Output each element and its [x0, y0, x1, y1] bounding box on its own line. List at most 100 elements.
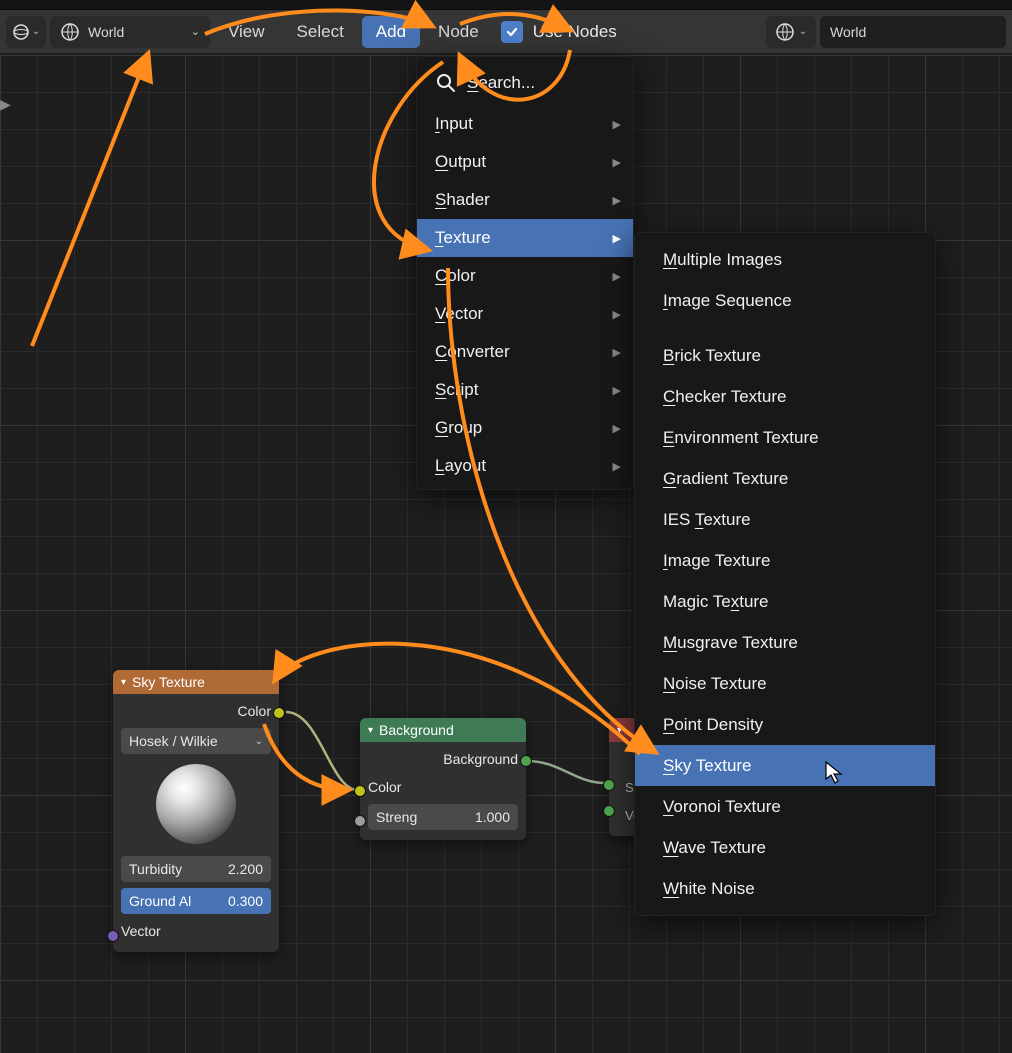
socket-background-out[interactable]: [520, 755, 532, 767]
node-title[interactable]: ▾ Sky Texture: [113, 670, 279, 694]
submenu-item-label: Musgrave Texture: [663, 633, 798, 653]
node-title[interactable]: ▾ Background: [360, 718, 526, 742]
submenu-item-label: IES Texture: [663, 510, 751, 530]
submenu-item-musgrave-texture[interactable]: Musgrave Texture: [635, 622, 935, 663]
menu-item-label: Texture: [435, 228, 491, 248]
submenu-item-magic-texture[interactable]: Magic Texture: [635, 581, 935, 622]
submenu-arrow-icon: ▶: [613, 422, 621, 435]
submenu-item-label: Voronoi Texture: [663, 797, 781, 817]
menu-item-texture[interactable]: Texture▶: [417, 219, 633, 257]
use-nodes-checkbox[interactable]: [501, 21, 523, 43]
sun-direction-sphere[interactable]: [156, 764, 236, 844]
strength-label: Streng: [376, 809, 417, 825]
chevron-down-icon: ⌄: [32, 26, 40, 37]
menu-item-shader[interactable]: Shader▶: [417, 181, 633, 219]
menu-item-layout[interactable]: Layout▶: [417, 447, 633, 485]
node-body: Background Color Streng 1.000: [360, 742, 526, 840]
submenu-item-gradient-texture[interactable]: Gradient Texture: [635, 458, 935, 499]
submenu-item-ies-texture[interactable]: IES Texture: [635, 499, 935, 540]
menu-item-label: Script: [435, 380, 478, 400]
submenu-item-image-texture[interactable]: Image Texture: [635, 540, 935, 581]
sky-model-select[interactable]: Hosek / Wilkie ⌄: [121, 728, 271, 754]
submenu-arrow-icon: ▶: [613, 308, 621, 321]
menu-search[interactable]: Search...: [417, 61, 633, 105]
menu-item-label: Converter: [435, 342, 510, 362]
menu-item-label: Vector: [435, 304, 483, 324]
menu-item-output[interactable]: Output▶: [417, 143, 633, 181]
node-title-label: Background: [379, 722, 454, 738]
output-color-label: Color: [238, 703, 271, 719]
sky-model-value: Hosek / Wilkie: [129, 733, 218, 749]
socket-vector-in[interactable]: [107, 930, 119, 942]
socket-volume-in[interactable]: [603, 805, 615, 817]
mouse-cursor-icon: [825, 761, 845, 785]
submenu-item-sky-texture[interactable]: Sky Texture: [635, 745, 935, 786]
submenu-item-label: Sky Texture: [663, 756, 752, 776]
chevron-down-icon: ⌄: [191, 25, 200, 38]
menu-item-label: Group: [435, 418, 482, 438]
submenu-item-environment-texture[interactable]: Environment Texture: [635, 417, 935, 458]
menu-item-script[interactable]: Script ▶: [417, 371, 633, 409]
world-data-selector[interactable]: World ⌄: [50, 16, 210, 48]
socket-color-out[interactable]: [273, 707, 285, 719]
menu-view[interactable]: View: [214, 16, 279, 48]
window-top-strip: [0, 0, 1012, 10]
collapse-icon[interactable]: ▾: [121, 677, 126, 688]
world-name-value: World: [830, 24, 866, 40]
world-name-field[interactable]: World: [820, 16, 1006, 48]
submenu-item-label: Wave Texture: [663, 838, 766, 858]
submenu-item-label: Image Texture: [663, 551, 770, 571]
menu-item-label: Output: [435, 152, 486, 172]
submenu-arrow-icon: ▶: [613, 346, 621, 359]
submenu-item-point-density[interactable]: Point Density: [635, 704, 935, 745]
menu-item-label: Color: [435, 266, 476, 286]
menu-item-vector[interactable]: Vector ▶: [417, 295, 633, 333]
sphere-icon: [12, 23, 30, 41]
ground-albedo-field[interactable]: Ground Al 0.300: [121, 888, 271, 914]
menu-item-label: Shader: [435, 190, 490, 210]
submenu-item-brick-texture[interactable]: Brick Texture: [635, 335, 935, 376]
check-icon: [505, 25, 519, 39]
menu-item-group[interactable]: Group ▶: [417, 409, 633, 447]
collapse-icon[interactable]: ▾: [368, 725, 373, 736]
submenu-item-wave-texture[interactable]: Wave Texture: [635, 827, 935, 868]
socket-strength-in[interactable]: [354, 815, 366, 827]
submenu-item-checker-texture[interactable]: Checker Texture: [635, 376, 935, 417]
use-nodes-label: Use Nodes: [533, 22, 617, 42]
globe-icon: [60, 22, 80, 42]
menu-item-converter[interactable]: Converter ▶: [417, 333, 633, 371]
submenu-item-image-sequence[interactable]: Image Sequence: [635, 280, 935, 321]
submenu-item-voronoi-texture[interactable]: Voronoi Texture: [635, 786, 935, 827]
menu-select[interactable]: Select: [283, 16, 358, 48]
strength-field[interactable]: Streng 1.000: [368, 804, 518, 830]
node-background[interactable]: ▾ Background Background Color Streng 1.0…: [360, 718, 526, 840]
collapse-icon[interactable]: ▾: [617, 725, 622, 736]
submenu-arrow-icon: ▶: [613, 384, 621, 397]
submenu-item-label: Multiple Images: [663, 250, 782, 270]
submenu-item-label: White Noise: [663, 879, 755, 899]
menu-item-color[interactable]: Color ▶: [417, 257, 633, 295]
turbidity-field[interactable]: Turbidity 2.200: [121, 856, 271, 882]
editor-type-button[interactable]: ⌄: [6, 16, 46, 48]
panel-expand-icon[interactable]: ▶: [0, 96, 11, 113]
socket-surface-in[interactable]: [603, 779, 615, 791]
socket-color-in[interactable]: [354, 785, 366, 797]
menu-item-label: Layout: [435, 456, 486, 476]
add-menu: Search... Input▶Output▶Shader▶Texture▶Co…: [416, 56, 634, 490]
menu-item-input[interactable]: Input▶: [417, 105, 633, 143]
submenu-item-label: Environment Texture: [663, 428, 819, 448]
submenu-item-white-noise[interactable]: White Noise: [635, 868, 935, 909]
submenu-item-multiple-images[interactable]: Multiple Images: [635, 239, 935, 280]
submenu-item-noise-texture[interactable]: Noise Texture: [635, 663, 935, 704]
menu-add[interactable]: Add: [362, 16, 420, 48]
world-picker-button[interactable]: ⌄: [766, 16, 816, 48]
node-sky-texture[interactable]: ▾ Sky Texture Color Hosek / Wilkie ⌄ Tur…: [113, 670, 279, 952]
editor-header: ⌄ World ⌄ View Select Add Node Use Nodes…: [0, 10, 1012, 54]
submenu-arrow-icon: ▶: [613, 270, 621, 283]
menu-node[interactable]: Node: [424, 16, 493, 48]
input-vector-label: Vector: [121, 923, 161, 939]
world-selector-label: World: [88, 24, 124, 40]
turbidity-label: Turbidity: [129, 861, 182, 877]
ground-albedo-value: 0.300: [228, 893, 263, 909]
submenu-item-label: Checker Texture: [663, 387, 786, 407]
